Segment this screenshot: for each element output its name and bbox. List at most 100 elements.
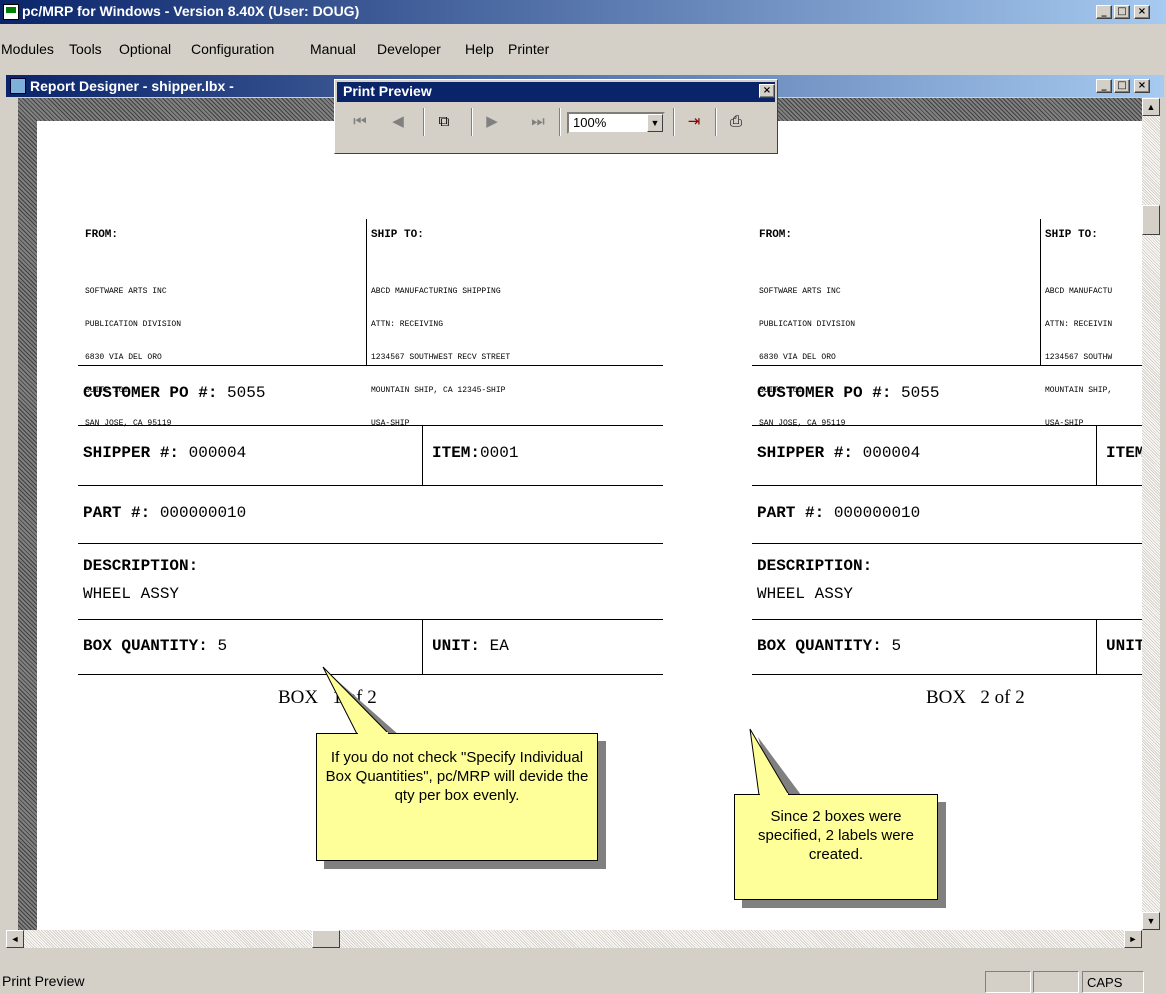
child-window-title: Report Designer - shipper.lbx - xyxy=(30,78,234,94)
zoom-select[interactable]: 100% ▼ xyxy=(567,112,665,134)
shipto-line: MOUNTAIN SHIP, xyxy=(1045,386,1113,395)
child-maximize-button[interactable]: □ xyxy=(1114,79,1130,93)
menu-modules[interactable]: Modules xyxy=(1,41,54,57)
menu-configuration[interactable]: Configuration xyxy=(191,41,274,57)
vertical-scrollbar[interactable]: ▲ ▼ xyxy=(1142,98,1160,930)
description-label: DESCRIPTION: xyxy=(757,557,872,575)
part-label: PART #: xyxy=(757,504,825,522)
maximize-button[interactable]: □ xyxy=(1114,5,1130,19)
scroll-right-button[interactable]: ► xyxy=(1124,930,1142,948)
customer-po: CUSTOMER PO #: 5055 xyxy=(83,384,265,402)
unit-field: UNIT: EA xyxy=(432,637,509,655)
report-designer-window: Report Designer - shipper.lbx - _ □ × FR… xyxy=(6,75,1164,960)
unit-value: EA xyxy=(489,637,509,655)
shipto-line: 1234567 SOUTHW xyxy=(1045,353,1113,362)
toolbar-close-button[interactable]: × xyxy=(759,84,775,98)
toolbar-separator xyxy=(423,108,425,136)
size-grip[interactable] xyxy=(1142,930,1160,948)
callout-labels-created-note: Since 2 boxes were specified, 2 labels w… xyxy=(734,794,938,900)
child-close-button[interactable]: × xyxy=(1134,79,1150,93)
scroll-left-button[interactable]: ◄ xyxy=(6,930,24,948)
box-count-value: 1 of 2 xyxy=(332,687,377,708)
part-label: PART #: xyxy=(83,504,151,522)
scroll-down-button[interactable]: ▼ xyxy=(1142,912,1160,930)
divider xyxy=(752,485,1142,486)
toolbar-separator xyxy=(715,108,717,136)
box-text: BOX xyxy=(278,687,319,708)
menu-printer[interactable]: Printer xyxy=(508,41,549,57)
box-count: BOX 1 of 2 xyxy=(278,687,377,709)
divider xyxy=(752,674,1142,675)
horizontal-scrollbar[interactable]: ◄ ► xyxy=(6,930,1142,948)
divider xyxy=(78,619,663,620)
po-value: 5055 xyxy=(901,384,940,402)
next-page-icon[interactable]: ▶ xyxy=(481,110,503,134)
menu-optional[interactable]: Optional xyxy=(119,41,171,57)
divider xyxy=(752,543,1142,544)
from-line: PUBLICATION DIVISION xyxy=(85,320,182,329)
description-label: DESCRIPTION: xyxy=(83,557,198,575)
menu-help[interactable]: Help xyxy=(465,41,494,57)
box-count-value: 2 of 2 xyxy=(980,687,1025,708)
previous-page-icon[interactable]: ◀ xyxy=(387,110,409,134)
box-quantity: BOX QUANTITY: 5 xyxy=(757,637,901,655)
shipto-header: SHIP TO: xyxy=(1045,229,1098,241)
unit-field: UNIT xyxy=(1106,637,1142,655)
preview-viewport: FROM: SOFTWARE ARTS INC PUBLICATION DIVI… xyxy=(18,98,1142,930)
item-label: ITEM: xyxy=(432,444,481,462)
divider xyxy=(78,365,663,366)
exit-door-icon[interactable]: ⇥ xyxy=(681,110,707,134)
from-header: FROM: xyxy=(759,229,793,241)
child-minimize-button[interactable]: _ xyxy=(1096,79,1112,93)
shipto-line: 1234567 SOUTHWEST RECV STREET xyxy=(371,353,511,362)
shipper-value: 000004 xyxy=(188,444,247,462)
callout-box-quantity-note: If you do not check "Specify Individual … xyxy=(316,733,598,861)
po-label: CUSTOMER PO #: xyxy=(757,384,892,402)
divider xyxy=(1040,219,1041,365)
qty-value: 5 xyxy=(891,637,902,655)
vertical-scroll-thumb[interactable] xyxy=(1142,205,1160,235)
divider xyxy=(752,365,1142,366)
po-value: 5055 xyxy=(227,384,266,402)
description-value: WHEEL ASSY xyxy=(83,585,180,603)
minimize-button[interactable]: _ xyxy=(1096,5,1112,19)
item-value: 0001 xyxy=(480,444,519,462)
box-count: BOX 2 of 2 xyxy=(926,687,1025,709)
menu-tools[interactable]: Tools xyxy=(69,41,102,57)
shipto-address: ABCD MANUFACTU ATTN: RECEIVIN 1234567 SO… xyxy=(1045,264,1112,451)
from-address: SOFTWARE ARTS INC PUBLICATION DIVISION 6… xyxy=(85,264,181,451)
divider xyxy=(78,543,663,544)
scroll-up-button[interactable]: ▲ xyxy=(1142,98,1160,116)
menu-manual[interactable]: Manual xyxy=(310,41,356,57)
callout-pointer-2 xyxy=(749,728,790,796)
multi-page-icon[interactable]: ⧉ xyxy=(431,110,457,134)
divider xyxy=(752,425,1142,426)
caps-indicator: CAPS xyxy=(1082,971,1144,993)
item-field: ITEM:0001 xyxy=(432,444,518,462)
shipto-address: ABCD MANUFACTURING SHIPPING ATTN: RECEIV… xyxy=(371,264,510,451)
status-panel xyxy=(985,971,1031,993)
last-page-icon[interactable]: ⏭ xyxy=(527,110,549,134)
from-line: 6830 VIA DEL ORO xyxy=(85,353,162,362)
divider xyxy=(1096,425,1097,485)
divider xyxy=(78,485,663,486)
chevron-down-icon[interactable]: ▼ xyxy=(647,114,663,132)
customer-po: CUSTOMER PO #: 5055 xyxy=(757,384,939,402)
menu-developer[interactable]: Developer xyxy=(377,41,441,57)
box-quantity: BOX QUANTITY: 5 xyxy=(83,637,227,655)
horizontal-scroll-thumb[interactable] xyxy=(312,930,340,948)
first-page-icon[interactable]: ⏮ xyxy=(349,110,371,134)
from-header: FROM: xyxy=(85,229,119,241)
document-icon[interactable] xyxy=(10,78,26,94)
shipto-line: MOUNTAIN SHIP, CA 12345-SHIP xyxy=(371,386,506,395)
close-button[interactable]: × xyxy=(1134,5,1150,19)
qty-label: BOX QUANTITY: xyxy=(757,637,882,655)
from-line: SAN JOSE, CA 95119 xyxy=(85,419,172,428)
divider xyxy=(752,619,1142,620)
app-icon[interactable] xyxy=(3,4,19,20)
item-field: ITEM xyxy=(1106,444,1142,462)
preview-page: FROM: SOFTWARE ARTS INC PUBLICATION DIVI… xyxy=(37,121,1142,930)
divider xyxy=(422,425,423,485)
divider xyxy=(422,619,423,674)
printer-icon[interactable]: ⎙ xyxy=(723,110,749,134)
